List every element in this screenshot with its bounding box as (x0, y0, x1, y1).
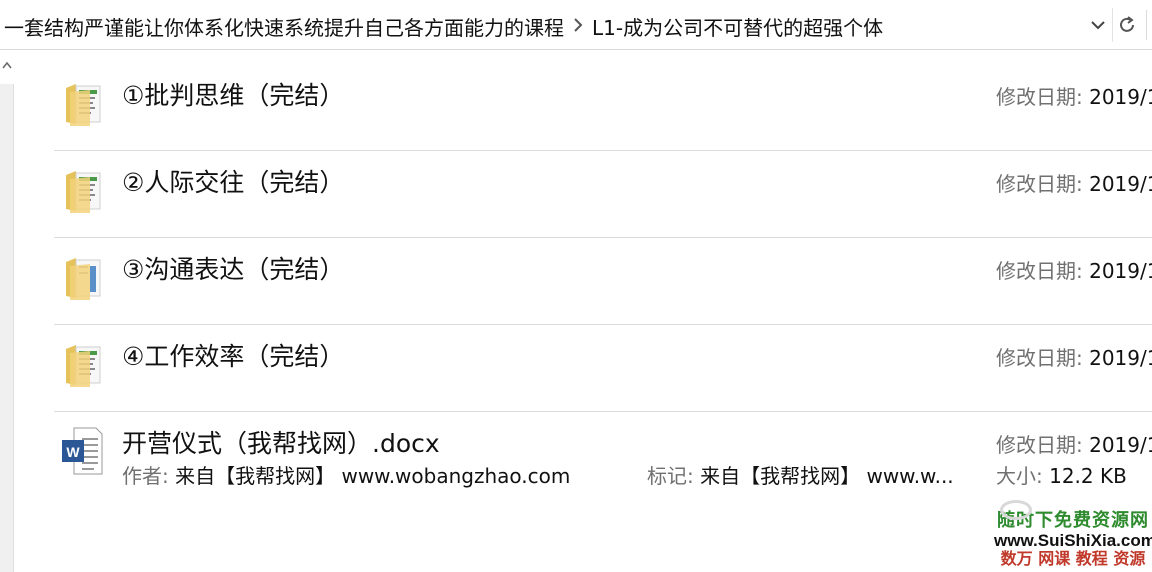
breadcrumb: 一套结构严谨能让你体系化快速系统提升自己各方面能力的课程 L1-成为公司不可替代… (4, 12, 883, 40)
watermark-line-3: 数万 网课 教程 资源 (1000, 549, 1146, 568)
file-list: ①批判思维（完结） 修改日期: 2019/1 ②人际交往（完结） 修改日期: 2… (54, 64, 1152, 522)
list-item[interactable]: ④工作效率（完结） 修改日期: 2019/1 (54, 325, 1152, 412)
chevron-down-icon (1091, 21, 1105, 30)
chevron-right-icon[interactable] (564, 16, 592, 37)
watermark-eye-icon (1000, 500, 1032, 520)
modified-date: 修改日期: 2019/1 (996, 429, 1152, 458)
author-value: 来自【我帮找网】 www.wobangzhao.com (175, 464, 571, 488)
file-name[interactable]: ②人际交往（完结） (122, 163, 344, 199)
modified-date: 修改日期: 2019/1 (996, 81, 1152, 110)
size-property: 大小: 12.2 KB (996, 460, 1127, 489)
modified-date-value: 2019/1 (1089, 346, 1152, 370)
modified-date-label: 修改日期: (996, 259, 1083, 283)
author-property: 作者: 来自【我帮找网】 www.wobangzhao.com (122, 460, 570, 489)
folder-icon (66, 258, 101, 300)
scroll-up-icon[interactable] (0, 56, 14, 74)
refresh-icon (1120, 16, 1134, 32)
search-box-edge[interactable] (1146, 10, 1152, 40)
tags-label: 标记: (647, 464, 694, 488)
size-label: 大小: (996, 464, 1043, 488)
modified-date: 修改日期: 2019/1 (996, 255, 1152, 284)
modified-date-value: 2019/1 (1089, 259, 1152, 283)
folder-icon (66, 171, 101, 213)
folder-icon (66, 84, 101, 126)
list-item[interactable]: ③沟通表达（完结） 修改日期: 2019/1 (54, 238, 1152, 325)
nav-pane-scrollbar[interactable] (0, 84, 14, 572)
file-name[interactable]: ③沟通表达（完结） (122, 250, 344, 286)
watermark: 随时下免费资源网 www.SuiShiXia.com 数万 网课 教程 资源 (994, 500, 1152, 572)
address-bar[interactable]: 一套结构严谨能让你体系化快速系统提升自己各方面能力的课程 L1-成为公司不可替代… (0, 0, 1152, 50)
folder-icon (66, 345, 101, 387)
tags-value: 来自【我帮找网】 www.w... (700, 464, 954, 488)
svg-text:W: W (66, 444, 80, 460)
modified-date: 修改日期: 2019/1 (996, 342, 1152, 371)
word-document-icon: W (62, 427, 103, 475)
address-dropdown-button[interactable] (1084, 8, 1112, 42)
modified-date-value: 2019/1 (1089, 172, 1152, 196)
file-name[interactable]: 开营仪式（我帮找网）.docx (122, 424, 440, 460)
list-item[interactable]: ②人际交往（完结） 修改日期: 2019/1 (54, 151, 1152, 238)
size-value: 12.2 KB (1049, 464, 1127, 488)
watermark-line-2: www.SuiShiXia.com (994, 531, 1152, 550)
file-name[interactable]: ①批判思维（完结） (122, 76, 344, 112)
breadcrumb-item-course[interactable]: 一套结构严谨能让你体系化快速系统提升自己各方面能力的课程 (4, 12, 564, 41)
file-name[interactable]: ④工作效率（完结） (122, 337, 344, 373)
modified-date-label: 修改日期: (996, 172, 1083, 196)
modified-date-value: 2019/1 (1089, 85, 1152, 109)
modified-date: 修改日期: 2019/1 (996, 168, 1152, 197)
modified-date-label: 修改日期: (996, 85, 1083, 109)
list-item[interactable]: ①批判思维（完结） 修改日期: 2019/1 (54, 64, 1152, 151)
modified-date-value: 2019/1 (1089, 433, 1152, 457)
list-item[interactable]: W 开营仪式（我帮找网）.docx 修改日期: 2019/1 作者: 来自【我帮… (54, 412, 1152, 522)
tags-property: 标记: 来自【我帮找网】 www.w... (647, 460, 954, 489)
author-label: 作者: (122, 464, 169, 488)
refresh-button[interactable] (1112, 8, 1141, 42)
breadcrumb-item-l1[interactable]: L1-成为公司不可替代的超强个体 (592, 12, 883, 41)
modified-date-label: 修改日期: (996, 433, 1083, 457)
navigation-pane (0, 50, 14, 572)
modified-date-label: 修改日期: (996, 346, 1083, 370)
